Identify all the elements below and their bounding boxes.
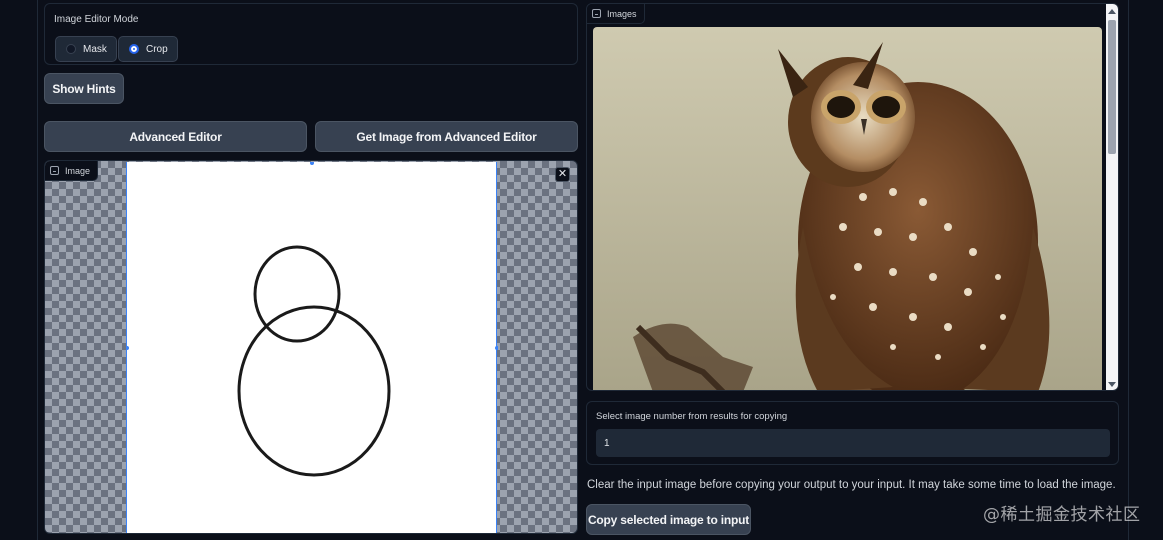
scroll-down-icon[interactable] xyxy=(1108,382,1116,387)
copy-selected-image-button[interactable]: Copy selected image to input xyxy=(586,504,751,535)
layout-divider-left xyxy=(37,0,38,540)
layout-divider-right xyxy=(1128,0,1129,540)
images-gallery-label: Images xyxy=(587,4,645,24)
sketch-drawing xyxy=(125,161,499,477)
image-editor-mode-title: Image Editor Mode xyxy=(54,14,139,25)
show-hints-button[interactable]: Show Hints xyxy=(44,73,124,104)
radio-mask-label: Mask xyxy=(83,43,107,55)
image-input-panel[interactable]: Image ✕ xyxy=(44,160,578,534)
gallery-scrollbar[interactable] xyxy=(1106,4,1118,390)
radio-crop[interactable]: Crop xyxy=(118,36,178,62)
crop-handle-left[interactable] xyxy=(125,346,129,350)
owl-painting xyxy=(593,27,1102,390)
radio-mask-indicator[interactable] xyxy=(66,44,76,54)
scroll-up-icon[interactable] xyxy=(1108,9,1116,14)
gallery-output-image[interactable] xyxy=(593,27,1102,390)
get-image-from-advanced-editor-button[interactable]: Get Image from Advanced Editor xyxy=(315,121,578,152)
image-input-label-text: Image xyxy=(65,165,91,176)
scrollbar-thumb[interactable] xyxy=(1108,20,1116,154)
image-icon xyxy=(592,9,601,18)
images-gallery: Images xyxy=(586,3,1119,391)
select-image-number-group: Select image number from results for cop… xyxy=(586,401,1119,465)
select-image-number-label: Select image number from results for cop… xyxy=(596,411,788,422)
advanced-editor-button[interactable]: Advanced Editor xyxy=(44,121,307,152)
images-gallery-label-text: Images xyxy=(607,8,637,19)
image-editor-mode-group: Image Editor Mode Mask Crop xyxy=(44,3,578,65)
image-input-label: Image xyxy=(45,161,99,181)
crop-canvas[interactable] xyxy=(125,161,499,533)
crop-handle-right[interactable] xyxy=(495,346,499,350)
select-image-number-input[interactable] xyxy=(596,429,1110,457)
crop-handle-top[interactable] xyxy=(310,161,314,165)
clear-image-close-icon[interactable]: ✕ xyxy=(555,167,570,182)
radio-mask[interactable]: Mask xyxy=(55,36,117,62)
image-icon xyxy=(50,166,59,175)
watermark-text: @稀土掘金技术社区 xyxy=(983,505,1141,525)
radio-crop-indicator[interactable] xyxy=(129,44,139,54)
radio-crop-label: Crop xyxy=(146,43,168,55)
large-circle-stroke xyxy=(237,305,391,477)
copy-instructions-text: Clear the input image before copying you… xyxy=(587,479,1116,491)
